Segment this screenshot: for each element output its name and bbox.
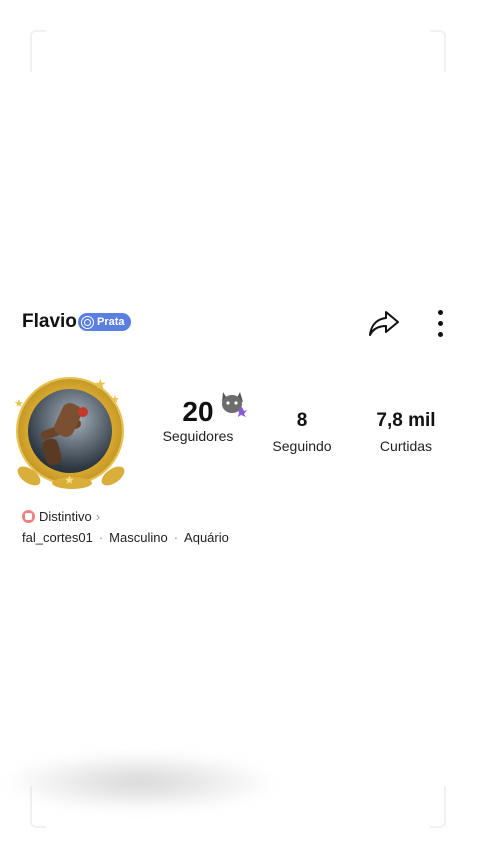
- profile-header: Flavio Prata: [22, 308, 458, 338]
- following-label: Seguindo: [272, 438, 332, 454]
- blurred-overlay: [0, 752, 280, 812]
- tier-badge-icon: [81, 315, 94, 329]
- share-icon: [369, 311, 399, 336]
- chevron-right-icon: ›: [95, 509, 101, 524]
- share-button[interactable]: [366, 308, 402, 338]
- badge-label: Distintivo: [39, 509, 92, 524]
- tier-badge[interactable]: Prata: [78, 313, 131, 331]
- profile-name: Flavio: [22, 311, 77, 332]
- likes-label: Curtidas: [379, 438, 433, 454]
- followers-label: Seguidores: [162, 428, 234, 444]
- star-icon: ★: [110, 394, 120, 406]
- star-icon: ★: [64, 473, 75, 487]
- badge-icon: [22, 510, 35, 523]
- avatar[interactable]: ★ ★ ★ ★: [14, 377, 130, 493]
- more-options-button[interactable]: [428, 308, 452, 338]
- more-vertical-icon: [437, 309, 443, 315]
- frame-corner: [30, 30, 46, 72]
- star-icon: ★: [94, 376, 107, 392]
- profile-info: fal_cortes01 · Masculino · Aquário: [22, 530, 229, 545]
- likes-count: 7,8 mil: [376, 410, 436, 431]
- zodiac-sign: Aquário: [184, 530, 229, 545]
- star-icon: ★: [14, 398, 24, 410]
- frame-corner: [430, 786, 446, 828]
- separator: ·: [98, 530, 104, 545]
- tier-label: Prata: [97, 316, 125, 328]
- cat-sticker-icon: [222, 392, 247, 417]
- likes-stat[interactable]: 7,8 mil Curtidas: [366, 410, 446, 454]
- frame-corner: [430, 30, 446, 72]
- avatar-photo: [28, 389, 112, 473]
- username: fal_cortes01: [22, 530, 93, 545]
- separator: ·: [173, 530, 179, 545]
- following-count: 8: [296, 410, 308, 431]
- gender: Masculino: [109, 530, 168, 545]
- following-stat[interactable]: 8 Seguindo: [266, 410, 338, 454]
- badge-link[interactable]: Distintivo ›: [22, 509, 100, 524]
